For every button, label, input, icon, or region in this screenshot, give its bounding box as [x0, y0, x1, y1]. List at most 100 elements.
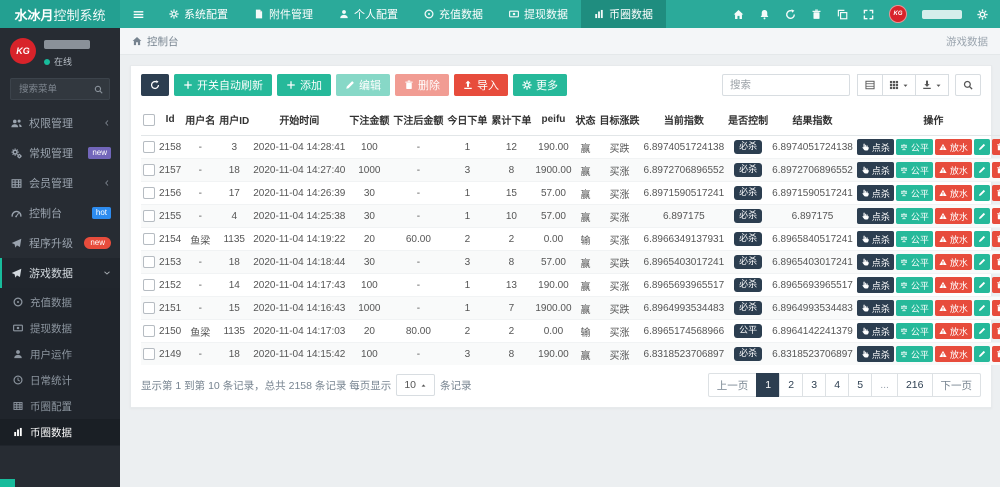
auto-refresh-toggle-button[interactable]: 开关自动刷新: [174, 74, 272, 96]
kill-button[interactable]: 点杀: [857, 139, 894, 155]
fair-button[interactable]: 公平: [896, 185, 933, 201]
row-checkbox[interactable]: [143, 279, 155, 291]
row-checkbox[interactable]: [143, 141, 155, 153]
page-button[interactable]: 4: [825, 373, 849, 397]
sidebar-collapse-handle[interactable]: [0, 479, 15, 487]
menu-search-input[interactable]: [17, 83, 90, 96]
fair-button[interactable]: 公平: [896, 346, 933, 362]
drain-button[interactable]: 放水: [935, 254, 972, 270]
delete-row-button[interactable]: [992, 277, 1000, 293]
topnav-item-3[interactable]: 个人配置: [326, 0, 411, 28]
sidebar-item-1[interactable]: 权限管理: [0, 108, 120, 138]
row-checkbox[interactable]: [143, 325, 155, 337]
kill-button[interactable]: 点杀: [857, 300, 894, 316]
copy-button[interactable]: [837, 9, 848, 20]
row-checkbox[interactable]: [143, 348, 155, 360]
more-button[interactable]: 更多: [513, 74, 567, 96]
delete-row-button[interactable]: [992, 346, 1000, 362]
delete-row-button[interactable]: [992, 300, 1000, 316]
drain-button[interactable]: 放水: [935, 346, 972, 362]
sidebar-subitem-5[interactable]: 币圈配置: [0, 393, 120, 419]
table-search-input[interactable]: [722, 74, 850, 96]
kill-button[interactable]: 点杀: [857, 254, 894, 270]
fair-button[interactable]: 公平: [896, 277, 933, 293]
edit-row-button[interactable]: [974, 208, 990, 224]
page-button[interactable]: 5: [848, 373, 872, 397]
kill-button[interactable]: 点杀: [857, 162, 894, 178]
edit-row-button[interactable]: [974, 162, 990, 178]
sidebar-item-3[interactable]: 会员管理: [0, 168, 120, 198]
select-all-checkbox[interactable]: [143, 114, 155, 126]
edit-row-button[interactable]: [974, 254, 990, 270]
delete-row-button[interactable]: [992, 323, 1000, 339]
row-checkbox[interactable]: [143, 256, 155, 268]
page-button[interactable]: 2: [779, 373, 803, 397]
delete-row-button[interactable]: [992, 254, 1000, 270]
breadcrumb-left[interactable]: 控制台: [147, 34, 179, 49]
edit-row-button[interactable]: [974, 346, 990, 362]
add-button[interactable]: 添加: [277, 74, 331, 96]
page-button[interactable]: 216: [897, 373, 933, 397]
edit-button[interactable]: 编辑: [336, 74, 390, 96]
drain-button[interactable]: 放水: [935, 162, 972, 178]
table-search-button[interactable]: [955, 74, 981, 96]
drain-button[interactable]: 放水: [935, 323, 972, 339]
drain-button[interactable]: 放水: [935, 300, 972, 316]
delete-row-button[interactable]: [992, 162, 1000, 178]
row-checkbox[interactable]: [143, 187, 155, 199]
prev-page-button[interactable]: 上一页: [708, 373, 758, 397]
settings-button[interactable]: [977, 9, 988, 20]
row-checkbox[interactable]: [143, 164, 155, 176]
sidebar-subitem-2[interactable]: 提现数据: [0, 315, 120, 341]
edit-row-button[interactable]: [974, 231, 990, 247]
delete-button[interactable]: 删除: [395, 74, 449, 96]
edit-row-button[interactable]: [974, 277, 990, 293]
fair-button[interactable]: 公平: [896, 254, 933, 270]
edit-row-button[interactable]: [974, 185, 990, 201]
sidebar-item-2[interactable]: 常规管理new: [0, 138, 120, 168]
export-button[interactable]: [915, 74, 949, 96]
fair-button[interactable]: 公平: [896, 323, 933, 339]
import-button[interactable]: 导入: [454, 74, 508, 96]
columns-button[interactable]: [882, 74, 916, 96]
kill-button[interactable]: 点杀: [857, 185, 894, 201]
topnav-item-6[interactable]: 币圈数据: [581, 0, 666, 28]
toggle-view-button[interactable]: [857, 74, 883, 96]
drain-button[interactable]: 放水: [935, 231, 972, 247]
topnav-item-4[interactable]: 充值数据: [411, 0, 496, 28]
row-checkbox[interactable]: [143, 302, 155, 314]
expand-button[interactable]: [863, 9, 874, 20]
kill-button[interactable]: 点杀: [857, 277, 894, 293]
page-size-select[interactable]: 10: [396, 374, 435, 396]
trash-button[interactable]: [811, 9, 822, 20]
sidebar-subitem-1[interactable]: 充值数据: [0, 289, 120, 315]
fair-button[interactable]: 公平: [896, 208, 933, 224]
topnav-item-1[interactable]: 系统配置: [156, 0, 241, 28]
drain-button[interactable]: 放水: [935, 139, 972, 155]
refresh-button[interactable]: [141, 74, 169, 96]
sidebar-subitem-6[interactable]: 币圈数据: [0, 419, 120, 445]
kill-button[interactable]: 点杀: [857, 231, 894, 247]
kill-button[interactable]: 点杀: [857, 208, 894, 224]
page-button[interactable]: 1: [756, 373, 780, 397]
drain-button[interactable]: 放水: [935, 185, 972, 201]
drain-button[interactable]: 放水: [935, 277, 972, 293]
sidebar-subitem-4[interactable]: 日常统计: [0, 367, 120, 393]
kill-button[interactable]: 点杀: [857, 323, 894, 339]
fair-button[interactable]: 公平: [896, 139, 933, 155]
fair-button[interactable]: 公平: [896, 231, 933, 247]
fair-button[interactable]: 公平: [896, 162, 933, 178]
drain-button[interactable]: 放水: [935, 208, 972, 224]
next-page-button[interactable]: 下一页: [932, 373, 982, 397]
refresh-button[interactable]: [785, 9, 796, 20]
sidebar-item-6[interactable]: 游戏数据: [0, 258, 120, 288]
delete-row-button[interactable]: [992, 231, 1000, 247]
avatar[interactable]: KG: [889, 5, 907, 23]
kill-button[interactable]: 点杀: [857, 346, 894, 362]
edit-row-button[interactable]: [974, 323, 990, 339]
sidebar-subitem-3[interactable]: 用户运作: [0, 341, 120, 367]
edit-row-button[interactable]: [974, 139, 990, 155]
fair-button[interactable]: 公平: [896, 300, 933, 316]
row-checkbox[interactable]: [143, 233, 155, 245]
topnav-item-2[interactable]: 附件管理: [241, 0, 326, 28]
